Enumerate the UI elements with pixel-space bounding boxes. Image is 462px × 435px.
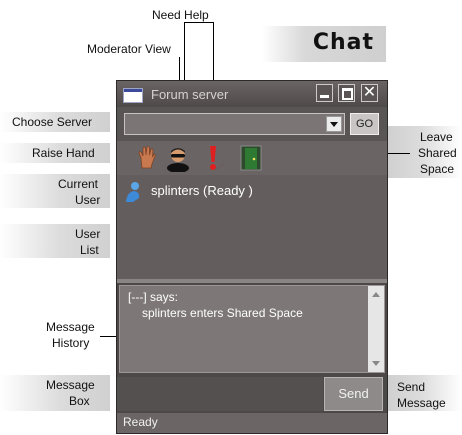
history-line: splinters enters Shared Space [142,306,303,320]
action-toolbar [117,141,387,175]
callout-message-box-2: Box [69,394,90,408]
go-button[interactable]: GO [350,113,379,135]
scroll-down-icon[interactable] [372,361,380,366]
window-title: Forum server [151,87,229,102]
message-history: [---] says: splinters enters Shared Spac… [119,285,385,373]
chat-window: Forum server ✕ GO splinters (Ready) [--… [116,80,388,434]
list-item[interactable]: splinters (Ready ) [151,183,253,198]
chat-banner: Chat [262,26,386,62]
callout-send-message-2: Message [397,396,446,410]
history-line: [---] says: [128,290,178,304]
callout-message-box-1: Message [46,378,95,392]
need-help-icon[interactable] [199,144,227,172]
chat-title: Chat [312,30,374,55]
title-bar[interactable]: Forum server ✕ [117,81,387,107]
user-list: splinters (Ready ) [117,175,387,283]
callout-message-history-1: Message [46,320,95,334]
message-input[interactable] [117,377,323,411]
chevron-down-icon[interactable] [326,116,342,132]
callout-user-list-2: List [80,243,99,257]
callout-choose-server: Choose Server [12,115,93,129]
callout-send-message-1: Send [397,380,426,394]
callout-moderator-view: Moderator View [87,42,171,56]
callout-current-user-2: User [75,193,101,207]
server-row: GO [117,107,387,141]
callout-user-list-1: User [75,227,101,241]
server-select[interactable] [124,113,345,135]
scrollbar[interactable] [368,286,384,372]
callout-raise-hand: Raise Hand [32,146,95,160]
callout-leave-2: Shared [418,146,457,160]
send-button[interactable]: Send [324,377,383,411]
callout-leave-1: Leave [420,130,453,144]
maximize-button[interactable] [338,84,355,102]
callout-current-user-1: Current [58,177,99,191]
need-help-line-top [184,22,214,23]
leave-door-icon[interactable] [237,144,265,172]
raise-hand-icon[interactable] [133,144,161,172]
scroll-up-icon[interactable] [372,292,380,297]
user-icon [126,182,140,202]
callout-leave-3: Space [420,162,455,176]
moderator-icon[interactable] [164,144,192,172]
callout-message-history-2: History [52,336,90,350]
status-text: Ready [123,415,158,429]
minimize-button[interactable] [316,84,333,102]
window-app-icon [123,88,143,103]
callout-need-help: Need Help [152,8,209,22]
status-bar: Ready [117,413,387,433]
close-button[interactable]: ✕ [361,84,378,102]
